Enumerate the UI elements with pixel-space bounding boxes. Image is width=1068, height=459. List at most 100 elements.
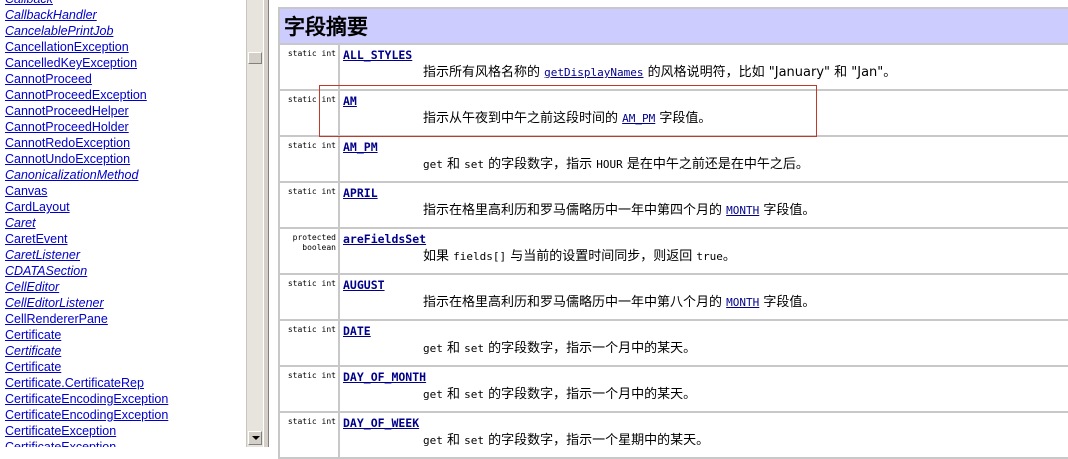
description-text: 和 [442,341,465,356]
class-link[interactable]: CertificateException [5,440,116,447]
description-code: true [696,250,723,263]
class-list-item: CertificateEncodingException [5,407,168,423]
field-summary-frame: 字段摘要 static int ALL_STYLES 指示所有风格名称的 getDi… [278,7,1068,459]
class-list-item: CaretListener [5,247,168,263]
description-code: get [423,388,443,401]
field-description: 指示在格里高利历和罗马儒略历中一年中第四个月的 MONTH 字段值。 [343,202,1068,220]
description-text: 的字段数字，指示一个月中的某天。 [484,341,697,356]
class-list-item: Certificate [5,327,168,343]
field-modifier: static int [278,273,340,321]
class-list: Callback CallbackHandler CancelablePrintJo… [5,0,168,447]
field-row: static int AM_PM get 和 set 的字段数字，指示 HOUR 是… [278,135,1068,183]
scrollbar-thumb[interactable] [248,52,262,64]
field-name-link[interactable]: AM [343,94,1068,110]
field-name-link[interactable]: AM_PM [343,140,1068,156]
field-row: static int DAY_OF_MONTH get 和 set 的字段数字，指示… [278,365,1068,413]
field-name-link[interactable]: DAY_OF_WEEK [343,416,1068,432]
field-modifier: static int [278,319,340,367]
description-link[interactable]: AM_PM [622,112,655,125]
description-text: 的字段数字，指示一个星期中的某天。 [484,433,710,448]
class-link[interactable]: CaretListener [5,248,80,262]
field-row: static int DAY_OF_WEEK get 和 set 的字段数字，指示一… [278,411,1068,459]
class-link[interactable]: Certificate [5,344,61,358]
class-list-item: Certificate [5,343,168,359]
class-link[interactable]: CancelledKeyException [5,56,137,70]
class-link[interactable]: CallbackHandler [5,8,97,22]
field-name-link[interactable]: ALL_STYLES [343,48,1068,64]
description-code: get [423,158,443,171]
field-description-cell: areFieldsSet 如果 fields[] 与当前的设置时间同步，则返回 t… [338,227,1068,275]
class-link[interactable]: CellEditor [5,280,59,294]
class-link[interactable]: CertificateEncodingException [5,408,168,422]
class-link[interactable]: CanonicalizationMethod [5,168,138,182]
field-row: static int AM 指示从午夜到中午之前这段时间的 AM_PM 字段值。 [278,89,1068,137]
description-text: 和 [442,157,465,172]
class-list-item: CertificateEncodingException [5,391,168,407]
class-link[interactable]: CannotRedoException [5,136,130,150]
class-link[interactable]: CertificateEncodingException [5,392,168,406]
class-list-item: CanonicalizationMethod [5,167,168,183]
left-frame-scrollbar[interactable] [246,0,263,447]
description-text: 指示从午夜到中午之前这段时间的 [423,111,623,126]
field-description: 如果 fields[] 与当前的设置时间同步，则返回 true。 [343,248,1068,266]
field-description: 指示在格里高利历和罗马儒略历中一年中第八个月的 MONTH 字段值。 [343,294,1068,312]
class-link[interactable]: CellRendererPane [5,312,108,326]
description-code: HOUR [596,158,623,171]
field-name-link[interactable]: AUGUST [343,278,1068,294]
description-link[interactable]: getDisplayNames [544,66,643,79]
class-list-item: CellRendererPane [5,311,168,327]
description-text: 的字段数字，指示一个月中的某天。 [484,387,697,402]
class-list-item: CannotRedoException [5,135,168,151]
class-link[interactable]: CardLayout [5,200,70,214]
class-list-item: CannotProceed [5,71,168,87]
class-link[interactable]: CancelablePrintJob [5,24,113,38]
class-list-item: CancelablePrintJob [5,23,168,39]
description-text: 是在中午之前还是在中午之后。 [622,157,809,172]
class-link[interactable]: Callback [5,0,53,6]
class-link[interactable]: CertificateException [5,424,116,438]
class-link[interactable]: CancellationException [5,40,129,54]
field-description: 指示所有风格名称的 getDisplayNames 的风格说明符，比如 "Jan… [343,64,1068,82]
field-name-link[interactable]: APRIL [343,186,1068,202]
description-code: set [464,434,485,447]
class-link[interactable]: CellEditorListener [5,296,104,310]
class-link[interactable]: Certificate [5,360,61,374]
field-description: get 和 set 的字段数字，指示一个月中的某天。 [343,386,1068,404]
description-code: get [423,342,443,355]
class-link[interactable]: CannotProceedHelper [5,104,129,118]
class-link[interactable]: CannotProceedHolder [5,120,129,134]
class-link[interactable]: CannotUndoException [5,152,130,166]
field-row: protected boolean areFieldsSet 如果 fields[]… [278,227,1068,275]
class-list-item: CallbackHandler [5,7,168,23]
class-link[interactable]: Certificate [5,328,61,342]
frame-divider[interactable] [263,0,269,447]
class-link[interactable]: Caret [5,216,36,230]
description-code: set [464,388,485,401]
class-link[interactable]: CannotProceedException [5,88,147,102]
field-name-link[interactable]: areFieldsSet [343,232,1068,248]
field-description-cell: AUGUST 指示在格里高利历和罗马儒略历中一年中第八个月的 MONTH 字段值。 [338,273,1068,321]
class-link[interactable]: CDATASection [5,264,87,278]
field-description-cell: ALL_STYLES 指示所有风格名称的 getDisplayNames 的风格说… [338,43,1068,91]
field-name-link[interactable]: DATE [343,324,1068,340]
field-description-cell: APRIL 指示在格里高利历和罗马儒略历中一年中第四个月的 MONTH 字段值。 [338,181,1068,229]
class-link[interactable]: Canvas [5,184,47,198]
class-list-item: CellEditor [5,279,168,295]
class-link[interactable]: CannotProceed [5,72,92,86]
field-row: static int APRIL 指示在格里高利历和罗马儒略历中一年中第四个月的 M… [278,181,1068,229]
field-summary-table: 字段摘要 static int ALL_STYLES 指示所有风格名称的 getDi… [278,7,1068,459]
scroll-down-arrow-icon[interactable] [248,431,262,445]
class-link[interactable]: Certificate.CertificateRep [5,376,144,390]
class-list-item: CDATASection [5,263,168,279]
class-link[interactable]: CaretEvent [5,232,68,246]
description-code: set [464,158,485,171]
description-code: fields[] [453,250,507,263]
description-link[interactable]: MONTH [726,296,759,309]
description-text: 。 [722,249,736,264]
field-name-link[interactable]: DAY_OF_MONTH [343,370,1068,386]
description-text: 和 [442,433,465,448]
description-link[interactable]: MONTH [726,204,759,217]
description-text: 字段值。 [759,295,816,310]
class-list-item: Caret [5,215,168,231]
field-description-cell: DAY_OF_WEEK get 和 set 的字段数字，指示一个星期中的某天。 [338,411,1068,459]
